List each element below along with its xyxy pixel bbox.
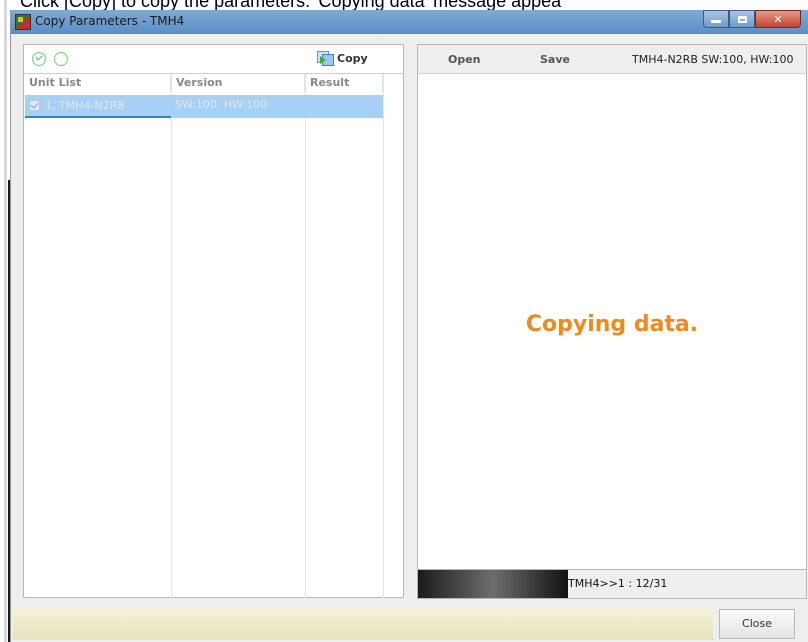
window-controls: ✕ xyxy=(703,10,801,30)
app-icon xyxy=(15,14,31,30)
copy-parameters-window: Copy Parameters - TMH4 ✕ Copy Unit List … xyxy=(10,10,808,642)
parameter-toolbar: Open Save TMH4-N2RB SW:100, HW:100 xyxy=(418,45,806,74)
unit-table-header: Unit List Version Result xyxy=(24,74,403,92)
column-version[interactable]: Version xyxy=(171,74,305,92)
device-info: TMH4-N2RB SW:100, HW:100 xyxy=(632,53,794,66)
maximize-button[interactable] xyxy=(729,10,755,28)
copy-progress-bar: TMH4>>1 : 12/31 xyxy=(417,569,807,599)
parameter-panel: Open Save TMH4-N2RB SW:100, HW:100 Copyi… xyxy=(417,44,807,598)
column-unit-list[interactable]: Unit List xyxy=(24,74,171,92)
minimize-icon xyxy=(711,20,721,23)
version-cell: SW:100, HW:100 xyxy=(171,95,305,118)
device-version: SW:100, HW:100 xyxy=(701,53,794,66)
copy-button[interactable]: Copy xyxy=(317,51,368,66)
progress-text: TMH4>>1 : 12/31 xyxy=(568,577,668,590)
maximize-icon xyxy=(737,15,747,23)
unit-list-panel: Copy Unit List Version Result 1, TMH4-N2… xyxy=(23,44,404,599)
status-bar xyxy=(13,607,713,640)
unit-cell: 1, TMH4-N2RB xyxy=(25,95,171,118)
uncheck-all-icon[interactable] xyxy=(54,52,68,66)
copying-message: Copying data. xyxy=(525,312,699,337)
title-bar[interactable]: Copy Parameters - TMH4 ✕ xyxy=(11,10,808,34)
open-button[interactable]: Open xyxy=(448,53,481,66)
close-window-button[interactable]: ✕ xyxy=(755,10,801,28)
result-cell xyxy=(305,95,383,118)
column-divider xyxy=(383,74,384,599)
row-checkbox[interactable] xyxy=(29,100,40,111)
copy-label: Copy xyxy=(337,52,368,65)
edge-line xyxy=(4,0,7,642)
column-divider xyxy=(171,74,172,599)
unit-name: 1, TMH4-N2RB xyxy=(45,98,125,112)
table-row[interactable]: 1, TMH4-N2RB SW:100, HW:100 xyxy=(25,95,383,118)
minimize-button[interactable] xyxy=(703,10,729,28)
save-button[interactable]: Save xyxy=(540,53,570,66)
device-model: TMH4-N2RB xyxy=(632,53,698,66)
check-all-icon[interactable] xyxy=(32,52,46,66)
window-title: Copy Parameters - TMH4 xyxy=(35,14,185,28)
column-divider xyxy=(305,74,306,599)
progress-fill xyxy=(418,570,568,598)
close-button[interactable]: Close xyxy=(719,609,795,639)
copy-icon xyxy=(317,51,335,66)
unit-list-toolbar: Copy xyxy=(24,45,403,74)
column-result[interactable]: Result xyxy=(305,74,383,92)
close-icon: ✕ xyxy=(773,12,783,26)
